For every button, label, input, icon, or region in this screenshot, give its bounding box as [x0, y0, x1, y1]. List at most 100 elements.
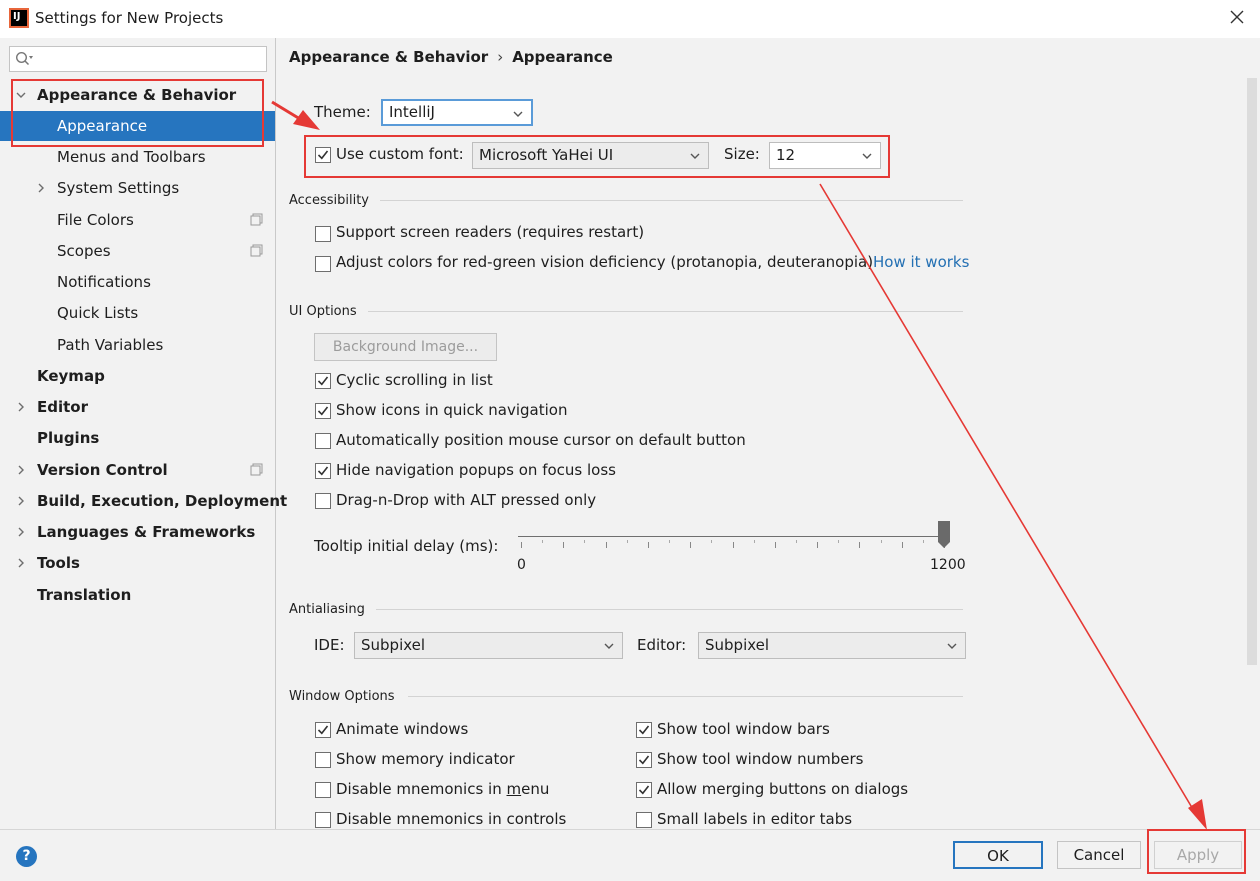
small-labels-editor-tabs-checkbox[interactable]	[636, 812, 652, 828]
show-tool-window-bars-checkbox[interactable]	[636, 722, 652, 738]
cancel-button[interactable]: Cancel	[1057, 841, 1141, 869]
allow-merging-buttons-checkbox[interactable]	[636, 782, 652, 798]
theme-select[interactable]: IntelliJ	[381, 99, 533, 126]
show-tool-window-numbers-checkbox[interactable]	[636, 752, 652, 768]
close-button[interactable]	[1222, 4, 1252, 32]
slider-tick	[648, 542, 649, 548]
allow-merging-buttons-label: Allow merging buttons on dialogs	[657, 780, 909, 798]
sidebar-item-label: Menus and Toolbars	[57, 148, 206, 166]
tooltip-delay-slider-track[interactable]	[518, 536, 948, 537]
help-button[interactable]: ?	[16, 846, 37, 867]
color-deficiency-label: Adjust colors for red-green vision defic…	[336, 253, 874, 271]
slider-tick	[690, 542, 691, 548]
cyclic-scrolling-checkbox[interactable]	[315, 373, 331, 389]
show-tool-window-bars-label: Show tool window bars	[657, 720, 830, 738]
sidebar-item-path-variables[interactable]: Path Variables	[0, 330, 275, 360]
editor-antialiasing-select[interactable]: Subpixel	[698, 632, 966, 659]
disable-mnemonics-controls-label: Disable mnemonics in controls	[336, 810, 567, 828]
screen-readers-checkbox[interactable]	[315, 226, 331, 242]
close-icon	[1230, 10, 1244, 24]
editor-antialiasing-label: Editor:	[637, 636, 687, 654]
slider-minor-tick	[584, 540, 585, 543]
sidebar-item-quick-lists[interactable]: Quick Lists	[0, 298, 275, 328]
slider-minor-tick	[923, 540, 924, 543]
search-icon[interactable]	[15, 51, 35, 67]
project-level-icon	[250, 463, 263, 476]
vertical-scrollbar[interactable]	[1247, 78, 1257, 665]
sidebar-item-label: Quick Lists	[57, 304, 139, 322]
how-it-works-link[interactable]: How it works	[873, 253, 969, 271]
auto-position-mouse-checkbox[interactable]	[315, 433, 331, 449]
window-title: Settings for New Projects	[35, 9, 224, 27]
slider-tick	[817, 542, 818, 548]
chevron-down-icon	[604, 643, 614, 649]
sidebar-item-version-control[interactable]: Version Control	[0, 455, 275, 485]
sidebar-item-editor[interactable]: Editor	[0, 392, 275, 422]
theme-label: Theme:	[314, 103, 371, 121]
font-select[interactable]: Microsoft YaHei UI	[472, 142, 709, 169]
search-input[interactable]	[40, 49, 260, 69]
chevron-right-icon	[18, 465, 24, 475]
font-size-select[interactable]: 12	[769, 142, 881, 169]
sidebar-item-file-colors[interactable]: File Colors	[0, 205, 275, 235]
drag-n-drop-alt-checkbox[interactable]	[315, 493, 331, 509]
checkmark-icon	[638, 755, 650, 765]
tooltip-max-label: 1200	[930, 557, 966, 573]
sidebar-item-languages-frameworks[interactable]: Languages & Frameworks	[0, 517, 275, 547]
tooltip-min-label: 0	[517, 557, 526, 573]
sidebar-item-label: Keymap	[37, 367, 105, 385]
sidebar-item-label: Plugins	[37, 429, 100, 447]
apply-button[interactable]: Apply	[1154, 841, 1242, 869]
font-size-value: 12	[776, 146, 796, 164]
disable-mnemonics-menu-checkbox[interactable]	[315, 782, 331, 798]
animate-windows-checkbox[interactable]	[315, 722, 331, 738]
ide-antialiasing-select[interactable]: Subpixel	[354, 632, 623, 659]
sidebar-item-system-settings[interactable]: System Settings	[0, 173, 275, 203]
checkmark-icon	[317, 406, 329, 416]
sidebar-item-plugins[interactable]: Plugins	[0, 423, 275, 453]
sidebar-item-notifications[interactable]: Notifications	[0, 267, 275, 297]
checkmark-icon	[638, 785, 650, 795]
color-deficiency-checkbox[interactable]	[315, 256, 331, 272]
slider-tick	[775, 542, 776, 548]
sidebar-item-scopes[interactable]: Scopes	[0, 236, 275, 266]
breadcrumb-parent[interactable]: Appearance & Behavior	[289, 48, 488, 66]
sidebar-item-appearance-behavior[interactable]: Appearance & Behavior	[0, 80, 275, 110]
background-image-button[interactable]: Background Image...	[314, 333, 497, 361]
annotation-arrow-1	[271, 100, 320, 130]
sidebar-item-tools[interactable]: Tools	[0, 548, 275, 578]
chevron-down-icon	[947, 643, 957, 649]
breadcrumb-separator: ›	[497, 48, 504, 66]
sidebar-item-keymap[interactable]: Keymap	[0, 361, 275, 391]
use-custom-font-label: Use custom font:	[336, 145, 464, 163]
checkmark-icon	[317, 466, 329, 476]
mnemonic-underlined-char: m	[506, 780, 522, 798]
sidebar-item-menus-toolbars[interactable]: Menus and Toolbars	[0, 142, 275, 172]
slider-tick	[521, 542, 522, 548]
ide-antialiasing-value: Subpixel	[361, 636, 426, 654]
show-memory-indicator-checkbox[interactable]	[315, 752, 331, 768]
ok-button[interactable]: OK	[953, 841, 1043, 869]
slider-minor-tick	[754, 540, 755, 543]
sidebar-item-translation[interactable]: Translation	[0, 580, 275, 610]
tooltip-delay-slider-thumb[interactable]	[938, 521, 950, 548]
sidebar-item-appearance[interactable]: Appearance	[0, 111, 275, 141]
chevron-right-icon	[18, 402, 24, 412]
antialiasing-section-title: Antialiasing	[289, 602, 365, 617]
disable-mnemonics-menu-label: Disable mnemonics in menu	[336, 780, 549, 798]
ui-options-section-title: UI Options	[289, 304, 357, 319]
mnemonic-suffix: enu	[521, 780, 550, 798]
sidebar-item-label: Translation	[37, 586, 132, 604]
disable-mnemonics-controls-checkbox[interactable]	[315, 812, 331, 828]
sidebar-item-build-execution-deployment[interactable]: Build, Execution, Deployment	[0, 486, 287, 516]
editor-antialiasing-value: Subpixel	[705, 636, 770, 654]
font-size-label: Size:	[724, 145, 760, 163]
show-icons-checkbox[interactable]	[315, 403, 331, 419]
sidebar-item-label: System Settings	[57, 179, 180, 197]
sidebar-item-label: Appearance	[57, 117, 148, 135]
use-custom-font-checkbox[interactable]	[315, 147, 331, 163]
animate-windows-label: Animate windows	[336, 720, 469, 738]
search-field[interactable]	[9, 46, 267, 72]
slider-minor-tick	[796, 540, 797, 543]
hide-nav-popups-checkbox[interactable]	[315, 463, 331, 479]
